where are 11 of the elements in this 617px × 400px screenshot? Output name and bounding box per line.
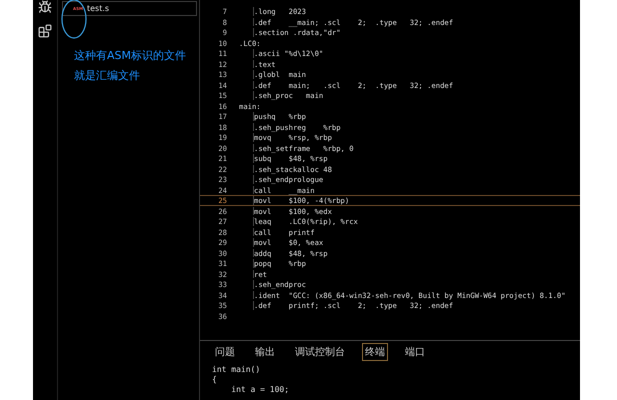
terminal-line: int a = 100; xyxy=(230,385,290,395)
panel-tab[interactable]: 问题 xyxy=(212,343,238,361)
terminal-line: int main() xyxy=(212,365,262,375)
panel-tab[interactable]: 输出 xyxy=(252,343,278,361)
annotation-text: 这种有ASM标识的文件 就是汇编文件 xyxy=(74,48,187,84)
panel-tab[interactable]: 终端 xyxy=(362,343,388,361)
terminal-line: { xyxy=(212,375,218,385)
extensions-icon[interactable] xyxy=(38,24,52,38)
debug-icon[interactable] xyxy=(38,0,52,14)
panel-tab[interactable]: 调试控制台 xyxy=(292,343,348,361)
panel-tab[interactable]: 端口 xyxy=(402,343,428,361)
